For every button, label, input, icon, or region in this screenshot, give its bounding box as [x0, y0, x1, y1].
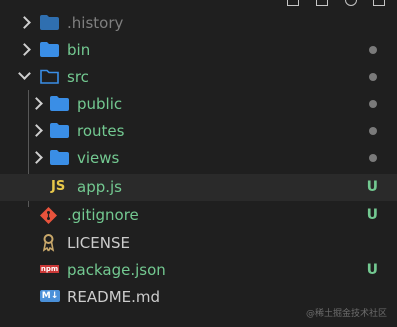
untracked-dot-icon [369, 127, 377, 135]
new-folder-icon[interactable] [316, 0, 328, 6]
untracked-badge: U [366, 262, 378, 278]
folder-open-icon [40, 69, 59, 84]
markdown-icon: M↓ [40, 290, 60, 302]
untracked-dot-icon [369, 100, 377, 108]
explorer-toolbar [0, 0, 397, 8]
folder-icon [50, 96, 69, 111]
tree-item-label: .history [67, 14, 124, 32]
npm-icon: npm [40, 265, 59, 273]
untracked-dot-icon [369, 73, 377, 81]
tree-item-label: routes [77, 122, 125, 140]
chevron-right-icon [30, 124, 43, 137]
refresh-icon[interactable] [345, 0, 357, 6]
tree-item-app-js[interactable]: JS app.js U [0, 174, 397, 201]
tree-item-views[interactable]: views [0, 145, 397, 172]
folder-icon [50, 123, 69, 138]
watermark: @稀土掘金技术社区 [305, 309, 387, 319]
tree-item-label: app.js [77, 178, 122, 196]
tree-item-src[interactable]: src [0, 64, 397, 91]
tree-item-public[interactable]: public [0, 91, 397, 118]
tree-item-routes[interactable]: routes [0, 118, 397, 145]
license-icon [42, 234, 55, 252]
chevron-down-icon [18, 67, 31, 80]
tree-item-label: public [77, 95, 123, 113]
folder-icon [40, 42, 59, 57]
chevron-right-icon [30, 97, 43, 110]
untracked-dot-icon [369, 154, 377, 162]
tree-item-label: views [77, 149, 120, 167]
tree-item-package-json[interactable]: npm package.json U [0, 257, 397, 284]
chevron-right-icon [18, 43, 31, 56]
folder-icon [50, 150, 69, 165]
tree-item-label: LICENSE [67, 234, 130, 252]
tree-item-bin[interactable]: bin [0, 37, 397, 64]
untracked-badge: U [366, 179, 378, 195]
new-file-icon[interactable] [287, 0, 299, 6]
tree-item-label: package.json [67, 261, 166, 279]
tree-item-label: bin [67, 41, 91, 59]
tree-item-license[interactable]: LICENSE [0, 230, 397, 257]
javascript-file-icon: JS [51, 179, 66, 194]
tree-item-history[interactable]: .history [0, 10, 397, 37]
chevron-right-icon [18, 16, 31, 29]
folder-icon [40, 15, 59, 30]
chevron-right-icon [30, 151, 43, 164]
collapse-all-icon[interactable] [373, 0, 385, 6]
tree-item-label: README.md [67, 288, 161, 306]
tree-item-label: src [67, 68, 89, 86]
tree-item-label: .gitignore [67, 206, 139, 224]
git-icon [40, 207, 57, 224]
untracked-dot-icon [369, 46, 377, 54]
untracked-badge: U [366, 207, 378, 223]
tree-item-gitignore[interactable]: .gitignore U [0, 202, 397, 229]
